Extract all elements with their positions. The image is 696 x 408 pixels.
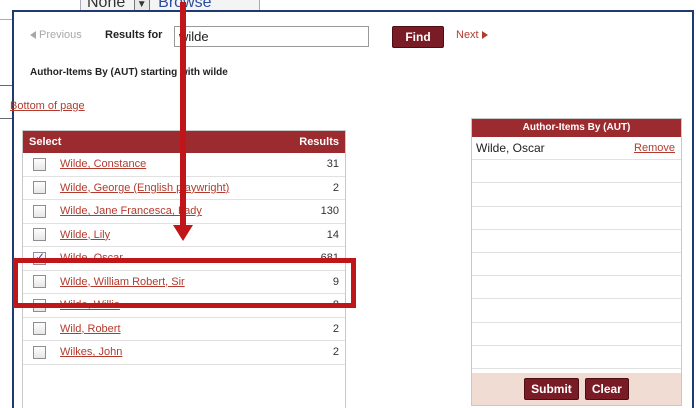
row-checkbox[interactable] [33,204,46,218]
result-count: 31 [326,158,339,171]
author-link[interactable]: Wilde, Constance [60,158,327,170]
selected-slot-empty [472,207,681,230]
submit-button[interactable]: Submit [524,378,579,400]
selected-panel-header: Author-Items By (AUT) [472,119,681,137]
selected-items-panel: Author-Items By (AUT) Wilde, Oscar Remov… [471,118,682,406]
results-subheading: Author-Items By (AUT) starting with wild… [30,67,228,78]
browse-popup: Previous Results for Find Next Author-It… [10,10,694,408]
result-count: 130 [320,205,339,218]
selected-slot-empty [472,323,681,346]
row-checkbox[interactable] [33,181,46,195]
result-count: 2 [332,181,339,194]
author-link[interactable]: Wilde, Lily [60,229,327,241]
previous-label: Previous [39,29,82,41]
previous-link[interactable]: Previous [30,29,82,41]
arrow-left-icon [30,31,36,40]
author-link[interactable]: Wild, Robert [60,323,333,335]
clear-button[interactable]: Clear [584,378,629,400]
row-checkbox[interactable] [33,228,46,242]
annotation-highlight-box [13,258,356,308]
selected-slot-empty [472,299,681,323]
next-label: Next [456,29,479,41]
search-input[interactable] [174,26,369,47]
results-column-header: Results [299,136,339,148]
table-row: Wild, Robert 2 [23,318,345,341]
bottom-of-page-link[interactable]: Bottom of page [10,100,85,112]
selected-slot-empty [472,183,681,207]
annotation-arrow-shaft [180,2,186,227]
selected-item-name: Wilde, Oscar [476,141,545,156]
next-link[interactable]: Next [456,29,488,41]
result-count: 2 [332,322,339,335]
selected-slot-empty [472,346,681,369]
search-nav: Previous Results for Find Next [30,26,490,48]
arrow-right-icon [481,31,488,40]
selected-slot-empty [472,160,681,184]
table-row: Wilkes, John 2 [23,341,345,365]
results-for-label: Results for [105,29,163,41]
row-checkbox[interactable] [33,345,46,359]
find-button[interactable]: Find [392,26,444,48]
result-count: 2 [332,346,339,359]
annotation-arrow-head [173,225,193,241]
author-link[interactable]: Wilkes, John [60,346,333,358]
selected-slot-empty [472,276,681,300]
selected-item: Wilde, Oscar Remove [472,137,681,161]
author-link[interactable]: Wilde, George (English playwright) [60,182,333,194]
selected-slot-empty [472,253,681,277]
selected-panel-footer: Submit Clear [472,373,681,405]
selected-slot-empty [472,230,681,253]
select-column-header: Select [29,136,62,148]
background-divider [0,118,12,119]
author-link[interactable]: Wilde, Jane Francesca, Lady [60,205,321,217]
result-count: 14 [326,228,339,241]
row-checkbox[interactable] [33,322,46,336]
remove-link[interactable]: Remove [634,142,675,154]
row-checkbox[interactable] [33,157,46,171]
